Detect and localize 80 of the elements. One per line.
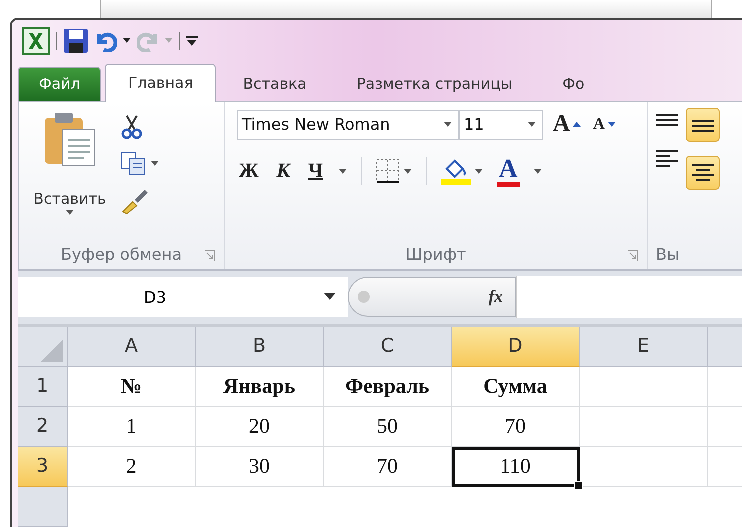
table-cell[interactable]: 20	[196, 406, 324, 447]
copy-button[interactable]	[121, 152, 159, 176]
fill-handle[interactable]	[574, 480, 583, 490]
underline-button[interactable]: Ч	[306, 160, 326, 183]
italic-button[interactable]: К	[274, 160, 292, 183]
copy-icon	[121, 152, 147, 176]
shrink-font-button[interactable]: A	[591, 116, 618, 134]
column-header[interactable]: E	[580, 326, 708, 367]
file-tab[interactable]: Файл	[18, 66, 102, 101]
save-icon[interactable]	[63, 28, 89, 54]
corner-triangle-icon[interactable]	[41, 340, 63, 362]
customize-menu-icon[interactable]	[186, 34, 198, 47]
brush-icon	[121, 188, 149, 214]
fill-color-button[interactable]	[441, 157, 484, 186]
table-cell[interactable]: 70	[324, 446, 452, 487]
dialog-launcher-icon[interactable]	[627, 250, 639, 262]
table-cell[interactable]	[580, 406, 708, 447]
select-all-corner[interactable]	[18, 326, 68, 367]
group-label: Буфер обмена	[60, 245, 182, 264]
paste-button[interactable]: Вставить	[25, 110, 115, 241]
table-cell[interactable]: 50	[324, 406, 452, 447]
caret-icon	[404, 168, 412, 174]
font-size-field[interactable]: 11	[459, 110, 543, 140]
borders-button[interactable]	[376, 159, 412, 184]
table-cell[interactable]: Февраль	[324, 366, 452, 407]
table-cell[interactable]	[580, 446, 708, 487]
group-label: Шрифт	[406, 245, 466, 264]
scissors-icon	[121, 114, 143, 140]
table-cell[interactable]	[580, 366, 708, 407]
column-header[interactable]: C	[324, 326, 452, 367]
paint-bucket-icon	[441, 157, 472, 186]
caret-icon	[444, 122, 452, 128]
column-header[interactable]: A	[68, 326, 196, 367]
caret-icon	[66, 210, 74, 215]
caret-icon	[165, 38, 173, 44]
align-middle-icon	[692, 118, 714, 132]
name-box[interactable]: D3	[18, 277, 348, 318]
column-header[interactable]: D	[452, 326, 580, 367]
caret-icon	[339, 168, 348, 174]
table-cell[interactable]: 30	[196, 446, 324, 487]
splitter-handle-icon[interactable]	[357, 290, 371, 304]
caret-icon	[151, 161, 159, 166]
caret-icon	[324, 293, 336, 300]
dialog-launcher-icon[interactable]	[204, 250, 216, 262]
row-header[interactable]: 1	[18, 366, 68, 407]
spreadsheet-app-icon[interactable]	[22, 26, 50, 55]
bold-button[interactable]: Ж	[237, 160, 261, 183]
formula-input-field[interactable]	[516, 276, 742, 318]
table-cell[interactable]: 2	[68, 446, 196, 487]
table-cell[interactable]: 70	[452, 406, 580, 447]
caret-icon	[475, 168, 484, 174]
borders-icon	[376, 159, 400, 184]
align-center-button[interactable]	[686, 156, 720, 190]
align-center-icon	[692, 164, 714, 182]
table-cell[interactable]: Сумма	[452, 366, 580, 407]
insert-function-button[interactable]: fx	[488, 287, 503, 308]
align-top-icon[interactable]	[656, 114, 678, 128]
table-cell[interactable]: №	[68, 366, 196, 407]
down-triangle-icon	[608, 122, 616, 128]
table-cell[interactable]: 110	[452, 446, 580, 487]
row-header[interactable]: 2	[18, 406, 68, 447]
caret-icon	[528, 122, 536, 128]
row-header[interactable]	[18, 486, 68, 527]
column-header[interactable]: B	[196, 326, 324, 367]
ribbon-tab[interactable]: Фо	[540, 66, 608, 101]
grow-font-button[interactable]: A	[551, 111, 584, 138]
table-cell[interactable]: Январь	[196, 366, 324, 407]
align-left-icon[interactable]	[656, 150, 678, 168]
font-name-field[interactable]: Times New Roman	[237, 110, 459, 140]
ribbon-tab[interactable]: Главная	[105, 64, 216, 102]
table-cell[interactable]: 1	[68, 406, 196, 447]
group-label: Вы	[656, 245, 680, 264]
up-triangle-icon	[573, 122, 582, 128]
ribbon-tab[interactable]: Разметка страницы	[334, 66, 536, 101]
align-middle-button[interactable]	[686, 108, 720, 142]
ribbon-tab[interactable]: Вставка	[220, 66, 330, 101]
row-header[interactable]: 3	[18, 446, 68, 487]
caret-icon	[534, 168, 542, 174]
caret-icon	[123, 38, 131, 44]
font-color-button[interactable]: A	[497, 156, 520, 187]
